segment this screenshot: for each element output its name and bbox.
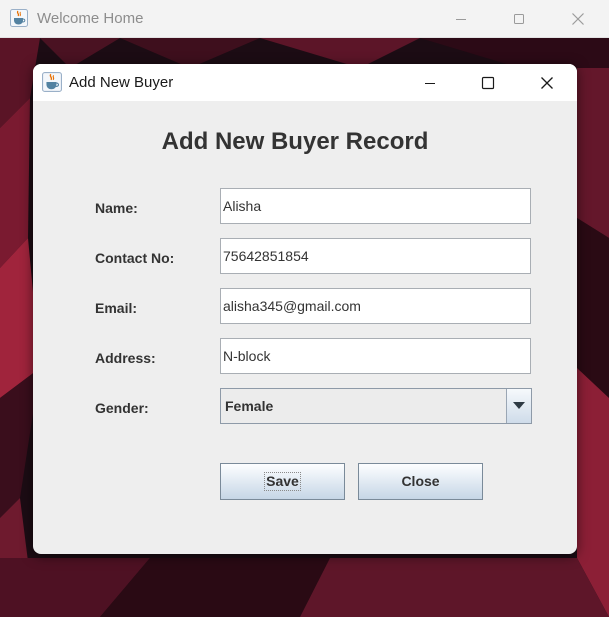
contact-field[interactable] xyxy=(220,238,531,274)
maximize-icon xyxy=(514,14,524,24)
java-app-icon xyxy=(10,9,28,32)
minimize-icon xyxy=(425,82,435,84)
close-icon xyxy=(572,13,584,25)
name-label: Name: xyxy=(95,200,138,216)
maximize-button[interactable] xyxy=(490,0,548,38)
dialog-title: Add New Buyer xyxy=(69,74,174,91)
gender-dropdown-button[interactable] xyxy=(506,389,531,423)
gender-select[interactable]: Female xyxy=(220,388,532,424)
java-app-icon xyxy=(42,72,62,97)
gender-label: Gender: xyxy=(95,400,149,416)
name-field[interactable] xyxy=(220,188,531,224)
close-icon xyxy=(541,76,553,89)
form-heading: Add New Buyer Record xyxy=(161,128,429,155)
email-field[interactable] xyxy=(220,288,531,324)
minimize-icon xyxy=(456,19,466,20)
outer-window-titlebar: Welcome Home xyxy=(0,0,609,38)
dialog-close-button[interactable] xyxy=(518,64,576,101)
close-button-label: Close xyxy=(401,473,440,489)
dialog-minimize-button[interactable] xyxy=(401,64,459,101)
email-label: Email: xyxy=(95,300,138,316)
outer-window-title: Welcome Home xyxy=(37,10,144,27)
address-field[interactable] xyxy=(220,338,531,374)
close-window-button[interactable] xyxy=(549,0,607,38)
chevron-down-icon xyxy=(513,402,525,409)
add-buyer-dialog: Add New Buyer Add New Buyer Record Name:… xyxy=(33,64,577,554)
address-label: Address: xyxy=(95,350,156,366)
contact-label: Contact No: xyxy=(95,250,175,266)
maximize-icon xyxy=(481,76,495,89)
minimize-button[interactable] xyxy=(432,0,490,38)
dialog-titlebar: Add New Buyer xyxy=(33,64,577,101)
save-button-label: Save xyxy=(264,472,301,491)
dialog-maximize-button[interactable] xyxy=(459,64,517,101)
close-button[interactable]: Close xyxy=(358,463,483,500)
save-button[interactable]: Save xyxy=(220,463,345,500)
gender-selected-value: Female xyxy=(225,398,274,414)
